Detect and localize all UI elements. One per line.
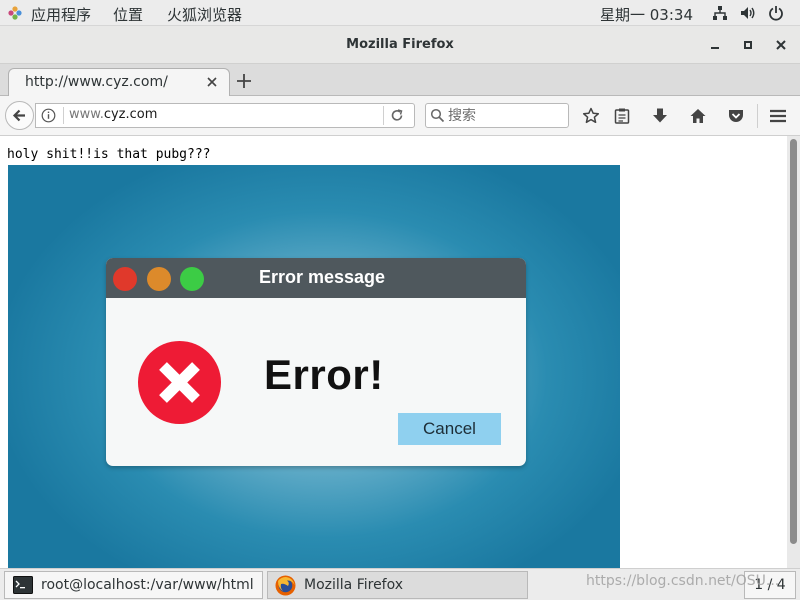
tab-label: http://www.cyz.com/ bbox=[25, 74, 168, 90]
reading-list-icon[interactable] bbox=[613, 107, 631, 125]
window-title-bar[interactable]: Mozilla Firefox bbox=[0, 26, 800, 64]
taskbar-item-firefox[interactable]: Mozilla Firefox bbox=[267, 571, 528, 599]
reload-button[interactable] bbox=[383, 106, 410, 125]
applications-icon bbox=[8, 6, 22, 20]
power-icon[interactable] bbox=[768, 5, 784, 21]
watermark: https://blog.csdn.net/OSU... bbox=[586, 573, 780, 589]
page-heading: holy shit!!is that pubg??? bbox=[7, 147, 211, 162]
error-x-icon bbox=[138, 341, 221, 424]
close-tab-icon bbox=[207, 77, 217, 87]
navigation-bar: www.cyz.com bbox=[0, 96, 800, 136]
tab-close-button[interactable] bbox=[207, 73, 217, 91]
info-icon[interactable] bbox=[41, 108, 56, 123]
illustrated-error-window: Error message Error! Cancel bbox=[106, 258, 526, 466]
taskbar-item-label: root@localhost:/var/www/html bbox=[41, 577, 254, 593]
url-prefix: www. bbox=[69, 107, 104, 122]
reload-icon bbox=[391, 109, 403, 121]
scrollbar-thumb[interactable] bbox=[790, 139, 797, 544]
search-icon bbox=[430, 108, 445, 123]
illustrated-window-title: Error message bbox=[258, 267, 386, 287]
active-app-menu[interactable]: 火狐浏览器 bbox=[167, 4, 242, 25]
taskbar-item-terminal[interactable]: root@localhost:/var/www/html bbox=[4, 571, 263, 599]
taskbar-item-label: Mozilla Firefox bbox=[304, 577, 404, 593]
search-input[interactable] bbox=[448, 106, 564, 125]
minimize-button[interactable] bbox=[706, 36, 724, 54]
close-icon bbox=[776, 40, 786, 50]
applications-menu[interactable]: 应用程序 bbox=[31, 4, 91, 25]
gnome-top-bar: 应用程序 位置 火狐浏览器 星期一 03:34 bbox=[0, 0, 800, 26]
plus-icon bbox=[237, 74, 251, 88]
window-title: Mozilla Firefox bbox=[346, 37, 454, 52]
clock[interactable]: 星期一 03:34 bbox=[600, 4, 693, 25]
address-separator bbox=[63, 107, 64, 124]
address-bar[interactable]: www.cyz.com bbox=[35, 103, 415, 128]
terminal-icon bbox=[13, 576, 33, 594]
network-icon[interactable] bbox=[712, 5, 728, 21]
download-icon[interactable] bbox=[651, 107, 669, 125]
illustrated-window-header: Error message bbox=[106, 258, 526, 298]
firefox-icon bbox=[275, 575, 296, 596]
tab-strip: http://www.cyz.com/ bbox=[0, 64, 800, 96]
error-text: Error! bbox=[264, 351, 384, 398]
volume-icon[interactable] bbox=[740, 5, 756, 21]
search-bar[interactable] bbox=[425, 103, 569, 128]
new-tab-button[interactable] bbox=[234, 68, 254, 94]
tab-cyz[interactable]: http://www.cyz.com/ bbox=[8, 68, 230, 96]
vertical-scrollbar[interactable] bbox=[787, 136, 800, 568]
back-arrow-icon bbox=[12, 109, 25, 122]
home-icon[interactable] bbox=[689, 107, 707, 125]
hamburger-menu-icon[interactable] bbox=[769, 107, 787, 125]
url-text[interactable]: www.cyz.com bbox=[69, 107, 157, 122]
illustrated-cancel-button: Cancel bbox=[398, 413, 501, 445]
maximize-button[interactable] bbox=[739, 36, 757, 54]
toolbar-separator bbox=[757, 104, 758, 128]
page-content: holy shit!!is that pubg??? Error message… bbox=[0, 136, 787, 568]
bookmark-star-icon[interactable] bbox=[582, 107, 600, 125]
places-menu[interactable]: 位置 bbox=[113, 4, 143, 25]
close-window-button[interactable] bbox=[772, 36, 790, 54]
back-button[interactable] bbox=[5, 101, 34, 130]
url-domain: cyz.com bbox=[103, 107, 158, 122]
error-illustration: Error message Error! Cancel bbox=[8, 165, 620, 568]
maximize-icon bbox=[744, 41, 752, 49]
minimize-icon bbox=[711, 47, 719, 49]
pocket-icon[interactable] bbox=[727, 107, 745, 125]
